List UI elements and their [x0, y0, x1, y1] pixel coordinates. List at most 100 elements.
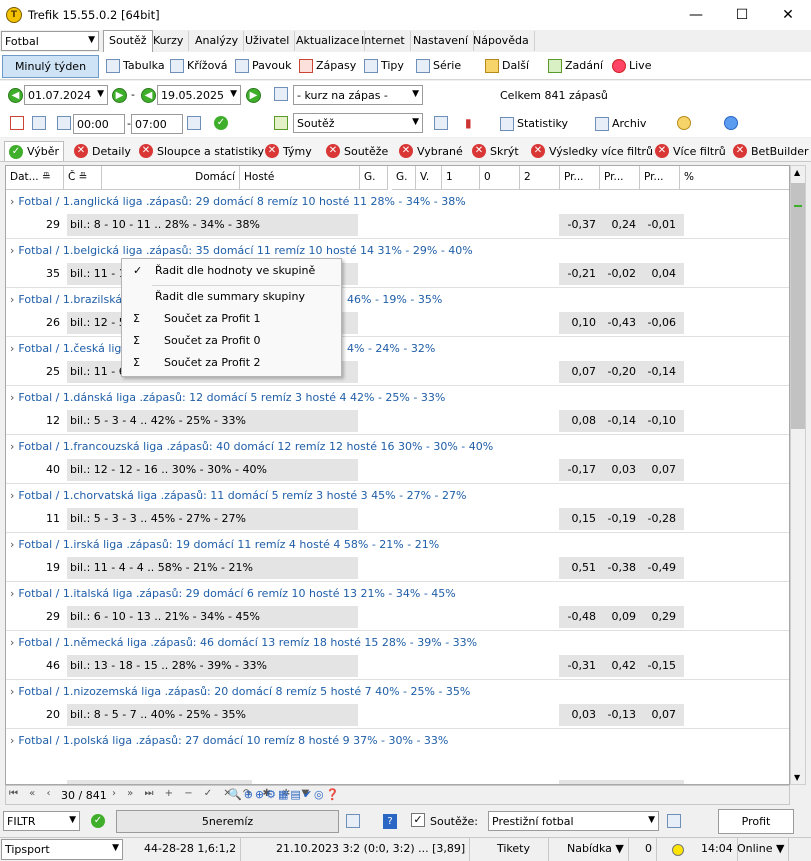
tab-uzivatel[interactable]: Uživatel	[240, 31, 296, 51]
col-hoste[interactable]: Hosté	[240, 166, 360, 190]
col-profit1[interactable]: Pr...	[560, 166, 600, 190]
tipy-button[interactable]: Tipy	[364, 57, 404, 75]
souteze-checkbox[interactable]: ✓	[411, 813, 425, 827]
date-to-field[interactable]: 19.05.2025 ▼	[157, 85, 241, 105]
time-from-field[interactable]: 00:00	[73, 114, 125, 134]
group-summary-row[interactable]: 29 bil.: 6 - 10 - 13 .. 21% - 34% - 45% -0…	[6, 606, 789, 628]
pavouk-button[interactable]: Pavouk	[235, 57, 291, 75]
statistiky-button[interactable]: Statistiky	[500, 115, 568, 133]
menu-item-sort-summary[interactable]: Řadit dle summary skupiny	[122, 286, 341, 308]
chevron-right-icon[interactable]: ›	[10, 195, 14, 208]
tab-analyzy[interactable]: Analýzy	[190, 31, 245, 51]
skip-start-icon[interactable]	[57, 116, 71, 130]
apply-filter-icon[interactable]: ✓	[91, 814, 105, 828]
group-header-row[interactable]: › Fotbal / 1.dánská liga .zápasů: 12 domá…	[6, 387, 789, 409]
col-percent[interactable]: %	[680, 166, 789, 190]
group-header-row[interactable]: › Fotbal / 1.chorvatská liga .zápasů: 11 …	[6, 485, 789, 507]
soutez-select[interactable]: Soutěž ▼	[293, 113, 423, 133]
col-cislo[interactable]: Č ≞	[64, 166, 102, 190]
chevron-right-icon[interactable]: ›	[10, 685, 14, 698]
menu-item-sort-group[interactable]: ✓ Řadit dle hodnoty ve skupině	[122, 260, 341, 282]
next-date2-icon[interactable]: ▶	[246, 88, 261, 103]
scrollbar-thumb[interactable]	[791, 183, 805, 429]
group-header-row[interactable]: › Fotbal / 1.anglická liga .zápasů: 29 do…	[6, 191, 789, 213]
next-date-icon[interactable]: ▶	[112, 88, 127, 103]
tab-betbuilder[interactable]: ✕ BetBuilder	[729, 141, 811, 161]
tab-vysledky[interactable]: ✕ Výsledky více filtrů	[527, 141, 657, 161]
date-from-field[interactable]: 01.07.2024 ▼	[24, 85, 108, 105]
prev-date-icon[interactable]: ◀	[8, 88, 23, 103]
col-profit2[interactable]: Pr...	[640, 166, 680, 190]
archiv-button[interactable]: Archiv	[595, 115, 646, 133]
profit-button[interactable]: Profit	[718, 809, 794, 834]
chevron-right-icon[interactable]: ›	[10, 342, 14, 355]
tab-vybrane[interactable]: ✕ Vybrané	[395, 141, 467, 161]
chevron-right-icon[interactable]: ›	[10, 293, 14, 306]
tab-souteze[interactable]: ✕ Soutěže	[322, 141, 392, 161]
filter-arrow-icon[interactable]	[274, 87, 288, 101]
filtr-select[interactable]: FILTR ▼	[3, 811, 80, 831]
zadani-button[interactable]: Zadání	[548, 57, 603, 75]
group-header-row[interactable]: › Fotbal / 1.nizozemská liga .zápasů: 20 …	[6, 681, 789, 703]
skip-end-icon[interactable]	[187, 116, 201, 130]
tab-detaily[interactable]: ✕ Detaily	[70, 141, 135, 161]
group-header-row[interactable]: › Fotbal / 1.francouzská liga .zápasů: 40…	[6, 436, 789, 458]
bar-chart-icon[interactable]: ▮	[465, 116, 479, 130]
calendar-day-icon[interactable]	[10, 116, 24, 130]
group-summary-row[interactable]: 12 bil.: 5 - 3 - 4 .. 42% - 25% - 33% 0,08…	[6, 410, 789, 432]
group-summary-row[interactable]: 11 bil.: 5 - 3 - 3 .. 45% - 27% - 27% 0,15…	[6, 508, 789, 530]
bookmaker-select[interactable]: Tipsport ▼	[1, 839, 123, 860]
tab-sloupce[interactable]: ✕ Sloupce a statistiky	[135, 141, 268, 161]
tab-kurzy[interactable]: Kurzy	[148, 31, 190, 51]
live-button[interactable]: Live	[612, 57, 651, 75]
col-0[interactable]: 0	[480, 166, 520, 190]
filter-name-button[interactable]: 5neremíz	[116, 810, 339, 833]
souteze-select[interactable]: Prestižní fotbal ▼	[488, 811, 659, 831]
souteze-load-icon[interactable]	[667, 814, 681, 828]
krizova-button[interactable]: Křížová	[170, 57, 228, 75]
col-g1[interactable]: G.	[360, 166, 388, 190]
minuly-tyden-button[interactable]: Minulý týden	[2, 55, 99, 78]
tabulka-button[interactable]: Tabulka	[106, 57, 165, 75]
chevron-right-icon[interactable]: ›	[10, 734, 14, 747]
col-profit0[interactable]: Pr...	[600, 166, 640, 190]
chevron-right-icon[interactable]: ›	[10, 391, 14, 404]
dalsi-button[interactable]: Další	[485, 57, 529, 75]
scroll-up-icon[interactable]: ▲	[794, 168, 800, 177]
chevron-right-icon[interactable]: ›	[10, 587, 14, 600]
group-summary-row[interactable]: 40 bil.: 12 - 12 - 16 .. 30% - 30% - 40% -…	[6, 459, 789, 481]
group-summary-row[interactable]: 29 bil.: 8 - 10 - 11 .. 28% - 34% - 38% -0…	[6, 214, 789, 236]
tab-vice-filtru[interactable]: ✕ Více filtrů	[651, 141, 730, 161]
help-question-icon[interactable]: ?	[383, 814, 397, 829]
zapasy-button[interactable]: Zápasy	[299, 57, 356, 75]
chevron-right-icon[interactable]: ›	[10, 538, 14, 551]
confirm-icon[interactable]: ✓	[214, 116, 228, 130]
col-domaci[interactable]: Domácí	[102, 166, 240, 190]
col-v[interactable]: V.	[416, 166, 442, 190]
tab-vyber[interactable]: ✓ Výběr	[4, 141, 65, 161]
tab-soutez[interactable]: Soutěž	[103, 30, 153, 52]
group-summary-row[interactable]: 19 bil.: 11 - 4 - 4 .. 58% - 21% - 21% 0,5…	[6, 557, 789, 579]
group-header-row[interactable]: › Fotbal / 1.irská liga .zápasů: 19 domác…	[6, 534, 789, 556]
time-to-field[interactable]: 07:00	[131, 114, 183, 134]
nabidka-button[interactable]: Nabídka ▼	[563, 838, 629, 861]
crosshair-icon[interactable]	[32, 116, 46, 130]
tab-aktualizace[interactable]: Aktualizace	[291, 31, 366, 51]
tab-tymy[interactable]: ✕ Týmy	[261, 141, 316, 161]
menu-item-sum-profit0[interactable]: Σ Součet za Profit 0	[122, 330, 341, 352]
minimize-button[interactable]: —	[673, 0, 719, 30]
maximize-button[interactable]: ☐	[719, 0, 765, 30]
group-summary-row[interactable]: 46 bil.: 13 - 18 - 15 .. 28% - 39% - 33% -…	[6, 655, 789, 677]
serie-button[interactable]: Série	[416, 57, 461, 75]
nav-first-prev-icons[interactable]: ⏮ « ‹	[9, 788, 54, 799]
prev-date2-icon[interactable]: ◀	[141, 88, 156, 103]
tab-skryt[interactable]: ✕ Skrýt	[468, 141, 523, 161]
close-button[interactable]: ✕	[765, 0, 811, 30]
group-header-row[interactable]: › Fotbal / 1.německá liga .zápasů: 46 dom…	[6, 632, 789, 654]
tab-internet[interactable]: Internet	[356, 31, 411, 51]
sport-select[interactable]: Fotbal ▼	[1, 31, 99, 51]
group-summary-row[interactable]: 20 bil.: 8 - 5 - 7 .. 40% - 25% - 35% 0,03…	[6, 704, 789, 726]
chevron-right-icon[interactable]: ›	[10, 244, 14, 257]
group-header-row[interactable]: › Fotbal / 1.polská liga .zápasů: 27 domá…	[6, 730, 789, 752]
menu-item-sum-profit1[interactable]: Σ Součet za Profit 1	[122, 308, 341, 330]
